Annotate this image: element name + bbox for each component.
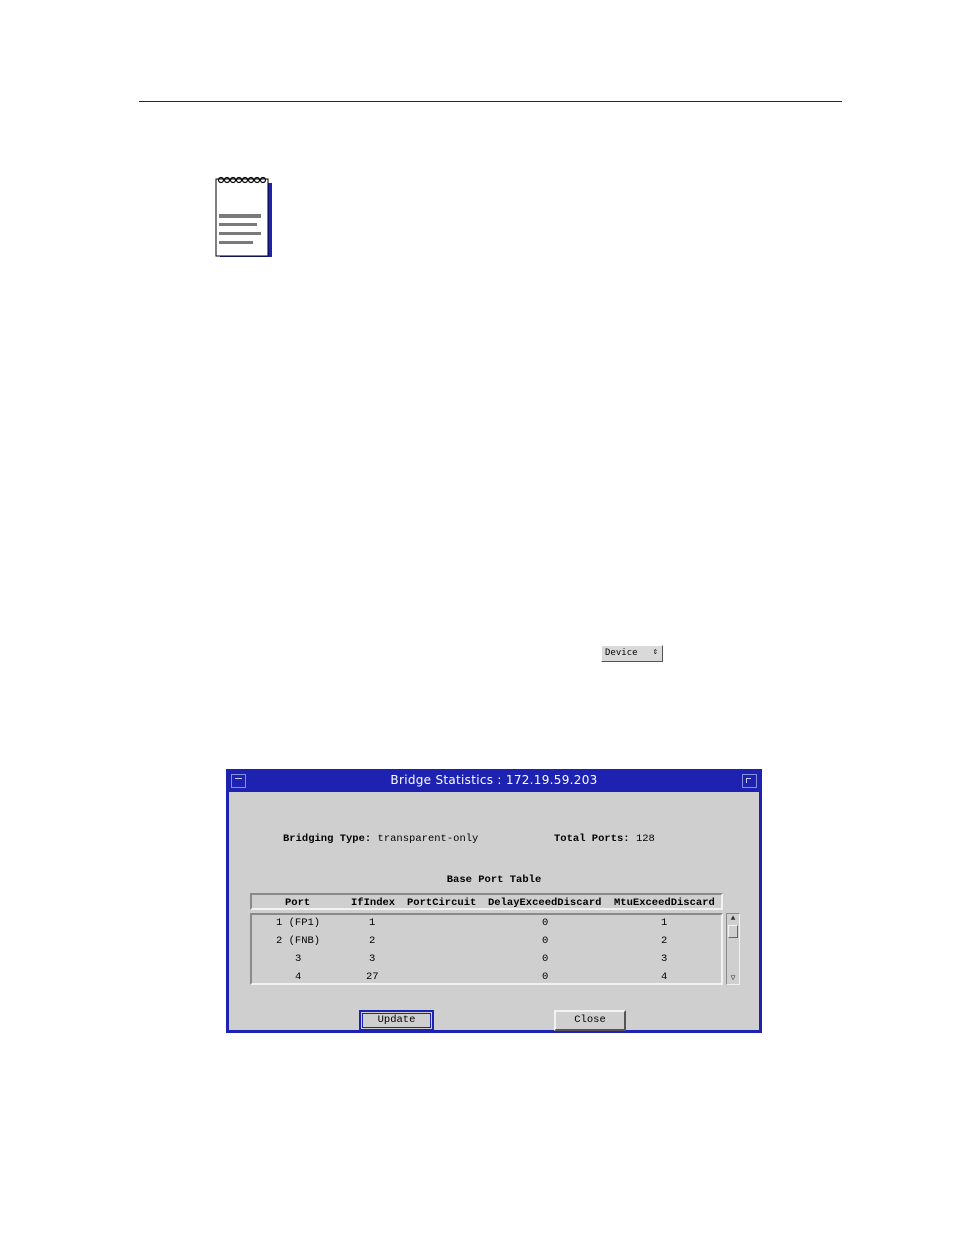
update-button[interactable]: Update bbox=[359, 1010, 434, 1031]
cell-ifindex: 1 bbox=[369, 917, 376, 929]
option-menu-icon: ⇕ bbox=[652, 647, 658, 657]
cell-ifindex: 3 bbox=[369, 953, 376, 965]
table-header: Port IfIndex PortCircuit DelayExceedDisc… bbox=[250, 893, 723, 910]
table-row[interactable]: 1 (FP1) 1 0 1 bbox=[252, 915, 721, 933]
cell-port: 4 bbox=[295, 971, 302, 983]
total-ports-value: 128 bbox=[635, 833, 655, 845]
cell-mtu: 3 bbox=[661, 953, 668, 965]
table-row[interactable]: 4 27 0 4 bbox=[252, 969, 721, 983]
cell-mtu: 2 bbox=[661, 935, 668, 947]
bridging-type-value: transparent-only bbox=[377, 833, 479, 845]
cell-ifindex: 2 bbox=[369, 935, 376, 947]
cell-delay: 0 bbox=[542, 953, 549, 965]
scroll-thumb[interactable] bbox=[728, 925, 738, 938]
column-header-delayexceeddiscard: DelayExceedDiscard bbox=[488, 897, 602, 909]
bridge-statistics-window: Bridge Statistics : 172.19.59.203 Bridgi… bbox=[226, 769, 762, 1033]
table-row[interactable]: 3 3 0 3 bbox=[252, 951, 721, 969]
column-header-portcircuit: PortCircuit bbox=[407, 897, 477, 909]
window-menu-icon[interactable] bbox=[231, 774, 246, 788]
column-header-port: Port bbox=[285, 897, 311, 909]
cell-port: 2 (FNB) bbox=[276, 935, 321, 947]
column-header-mtuexceeddiscard: MtuExceedDiscard bbox=[614, 897, 715, 909]
total-ports-label: Total Ports: bbox=[554, 833, 630, 845]
device-menu-button[interactable]: Device ⇕ bbox=[601, 645, 663, 662]
device-menu-label: Device bbox=[605, 648, 638, 658]
cell-delay: 0 bbox=[542, 971, 549, 983]
cell-port: 1 (FP1) bbox=[276, 917, 321, 929]
scroll-down-icon[interactable]: ▽ bbox=[728, 974, 738, 984]
cell-port: 3 bbox=[295, 953, 302, 965]
column-header-ifindex: IfIndex bbox=[351, 897, 396, 909]
vertical-scrollbar[interactable]: ▲ ▽ bbox=[726, 913, 740, 985]
bridging-type-field: Bridging Type: transparent-only bbox=[283, 833, 478, 845]
cell-mtu: 1 bbox=[661, 917, 668, 929]
cell-delay: 0 bbox=[542, 917, 549, 929]
port-table-list[interactable]: 1 (FP1) 1 0 1 2 (FNB) 2 0 2 3 3 0 3 4 27… bbox=[250, 913, 723, 985]
notepad-icon bbox=[214, 175, 274, 261]
bridging-type-label: Bridging Type: bbox=[283, 833, 372, 845]
cell-mtu: 4 bbox=[661, 971, 668, 983]
table-row[interactable]: 2 (FNB) 2 0 2 bbox=[252, 933, 721, 951]
title-bar[interactable]: Bridge Statistics : 172.19.59.203 bbox=[229, 772, 759, 789]
maximize-icon[interactable] bbox=[742, 774, 757, 788]
window-client: Bridging Type: transparent-only Total Po… bbox=[229, 792, 759, 1031]
cell-delay: 0 bbox=[542, 935, 549, 947]
header-rule bbox=[139, 101, 842, 102]
table-title: Base Port Table bbox=[446, 874, 542, 886]
window-title: Bridge Statistics : 172.19.59.203 bbox=[390, 773, 598, 787]
scroll-up-icon[interactable]: ▲ bbox=[728, 914, 738, 924]
total-ports-field: Total Ports: 128 bbox=[554, 833, 655, 845]
close-button[interactable]: Close bbox=[554, 1010, 626, 1031]
cell-ifindex: 27 bbox=[366, 971, 379, 983]
